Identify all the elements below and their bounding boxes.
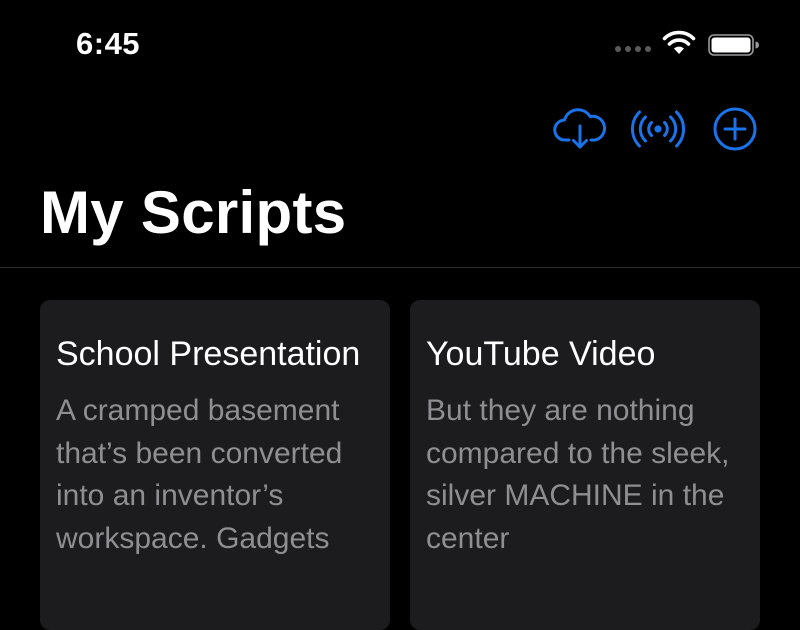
status-time: 6:45 [76,26,141,61]
cloud-download-button[interactable] [548,104,612,154]
broadcast-icon [630,110,686,148]
cloud-download-icon [553,108,607,149]
script-card-title: School Presentation [56,335,361,373]
header-divider [0,267,800,268]
script-card-youtube-video[interactable]: YouTube Video But they are nothing compa… [410,300,760,630]
broadcast-button[interactable] [628,104,688,154]
page-title: My Scripts [40,179,347,246]
wifi-icon [662,30,696,54]
status-bar: 6:45 [0,0,800,90]
cellular-signal-icon [615,46,651,52]
add-circle-icon [713,107,757,151]
script-card-school-presentation[interactable]: School Presentation A cramped basement t… [40,300,390,630]
battery-icon [708,34,759,56]
script-card-preview: A cramped basement that’s been converted… [56,394,343,555]
toolbar [548,104,760,154]
script-card-title: YouTube Video [426,335,656,373]
script-card-preview: But they are nothing compared to the sle… [426,394,730,555]
add-script-button[interactable] [710,104,760,154]
